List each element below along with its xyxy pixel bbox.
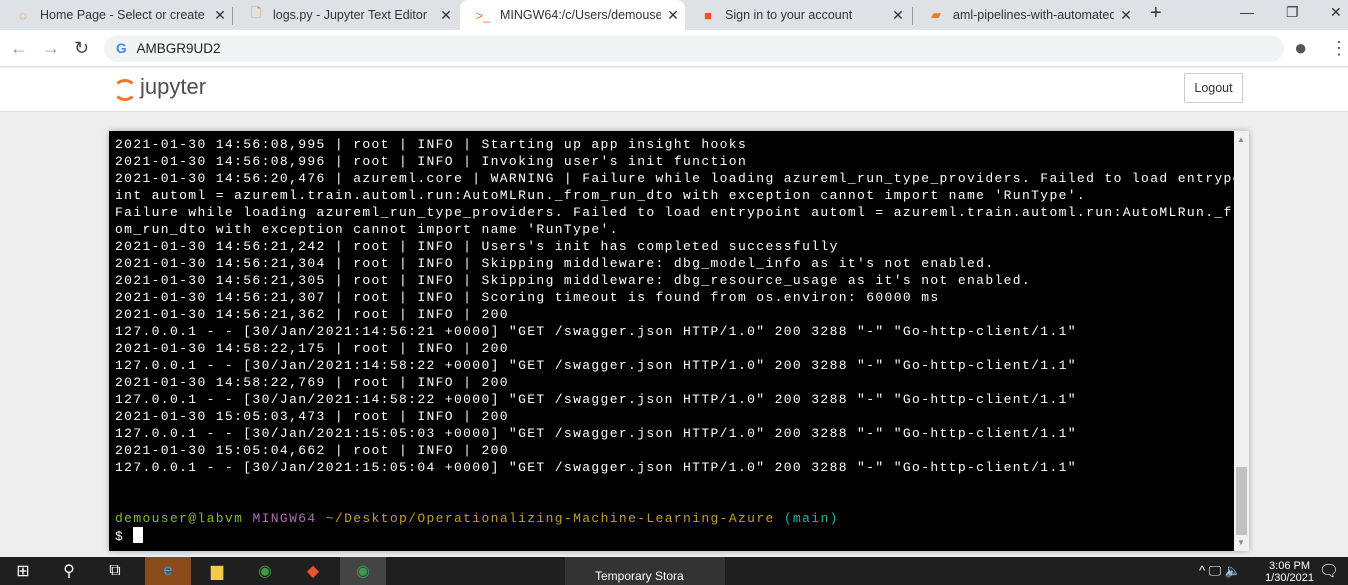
file-icon: 🗋 <box>250 5 262 20</box>
windows-start-icon[interactable]: ⊞ <box>0 557 46 585</box>
cursor <box>133 527 144 543</box>
prompt-symbol: $ <box>115 529 125 544</box>
terminal-line: om_run_dto with exception cannot import … <box>115 222 619 237</box>
clock[interactable]: 3:06 PM 1/30/2021 <box>1265 560 1314 584</box>
logout-button[interactable]: Logout <box>1184 73 1243 103</box>
notifications-icon[interactable]: 🗨 <box>1310 557 1348 585</box>
task-view-icon[interactable]: ⧉ <box>92 557 138 585</box>
close-tab-icon[interactable]: ✕ <box>208 7 232 24</box>
terminal-icon: >_ <box>475 7 491 23</box>
scroll-down-icon[interactable]: ▼ <box>1237 538 1245 547</box>
terminal-line: 2021-01-30 14:56:21,305 | root | INFO | … <box>115 273 1032 288</box>
file-explorer-icon[interactable]: ▆ <box>194 557 240 585</box>
restore-icon[interactable]: ❐ <box>1286 4 1299 21</box>
jupyter-logo[interactable]: jupyter <box>112 74 206 101</box>
taskbar: ⊞ ⚲ ⧉ e ▆ ◉ ◆ ◉ Temporary Stora ^ 🖵 🔈 3:… <box>0 557 1348 585</box>
profile-icon[interactable]: ● <box>1294 35 1307 61</box>
terminal-line: 127.0.0.1 - - [30/Jan/2021:14:58:22 +000… <box>115 358 1077 373</box>
taskbar-window[interactable]: Temporary Stora <box>565 557 725 585</box>
terminal-line: 127.0.0.1 - - [30/Jan/2021:15:05:04 +000… <box>115 460 1077 475</box>
new-tab-button[interactable]: + <box>1150 2 1162 25</box>
address-input[interactable]: G AMBGR9UD2 <box>104 35 1284 62</box>
terminal-line: int automl = azureml.train.automl.run:Au… <box>115 188 1087 203</box>
internet-explorer-icon[interactable]: e <box>145 557 191 585</box>
jupyter-icon <box>112 75 137 101</box>
tab-mingw64[interactable]: >_ MINGW64:/c/Users/demouser/✕ <box>460 0 685 30</box>
forward-icon[interactable]: → <box>42 38 60 59</box>
microsoft-icon: ■ <box>704 7 712 23</box>
chrome-icon[interactable]: ◉ <box>242 557 288 585</box>
terminal-output: 2021-01-30 14:56:08,995 | root | INFO | … <box>115 136 1242 545</box>
back-icon[interactable]: ← <box>10 38 28 59</box>
git-icon[interactable]: ◆ <box>290 557 336 585</box>
terminal-line: 127.0.0.1 - - [30/Jan/2021:15:05:03 +000… <box>115 426 1077 441</box>
terminal-line: 2021-01-30 14:58:22,175 | root | INFO | … <box>115 341 509 356</box>
close-tab-icon[interactable]: ✕ <box>886 7 910 24</box>
scroll-up-icon[interactable]: ▲ <box>1237 135 1245 144</box>
address-bar-row: ← → ↻ G AMBGR9UD2 ● ⋮ <box>0 30 1348 67</box>
scrollbar-thumb[interactable] <box>1236 467 1247 535</box>
tab-sign-in[interactable]: ■ Sign in to your account ✕ <box>685 0 910 30</box>
prompt-user: demouser@labvm <box>115 511 244 526</box>
terminal-line: 2021-01-30 14:56:08,996 | root | INFO | … <box>115 154 748 169</box>
google-icon: G <box>116 41 127 56</box>
tab-home-page[interactable]: ◌ Home Page - Select or create a ✕ <box>0 0 232 30</box>
terminal-line: Failure while loading azureml_run_type_p… <box>115 205 1242 220</box>
terminal[interactable]: 2021-01-30 14:56:08,995 | root | INFO | … <box>109 131 1249 551</box>
reload-icon[interactable]: ↻ <box>74 38 89 59</box>
chrome-icon[interactable]: ◉ <box>340 557 386 585</box>
terminal-line: 127.0.0.1 - - [30/Jan/2021:14:56:21 +000… <box>115 324 1077 339</box>
terminal-line: 2021-01-30 14:58:22,769 | root | INFO | … <box>115 375 509 390</box>
terminal-line: 2021-01-30 14:56:20,476 | azureml.core |… <box>115 171 1242 186</box>
menu-icon[interactable]: ⋮ <box>1330 38 1348 59</box>
tab-aml-pipelines[interactable]: ▰ aml-pipelines-with-automated ✕ <box>913 0 1138 30</box>
tab-logs-editor[interactable]: 🗋 logs.py - Jupyter Text Editor ✕ <box>233 0 458 30</box>
terminal-line: 2021-01-30 14:56:21,304 | root | INFO | … <box>115 256 995 271</box>
prompt-system: MINGW64 <box>252 511 317 526</box>
terminal-line: 2021-01-30 15:05:03,473 | root | INFO | … <box>115 409 509 424</box>
scrollbar[interactable]: ▲ ▼ <box>1234 131 1249 551</box>
terminal-line: 127.0.0.1 - - [30/Jan/2021:14:58:22 +000… <box>115 392 1077 407</box>
prompt-path: ~/Desktop/Operationalizing-Machine-Learn… <box>325 511 775 526</box>
close-tab-icon[interactable]: ✕ <box>1114 7 1138 24</box>
search-icon[interactable]: ⚲ <box>46 557 92 585</box>
terminal-line: 2021-01-30 14:56:21,307 | root | INFO | … <box>115 290 940 305</box>
minimize-icon[interactable]: — <box>1240 4 1254 20</box>
prompt-branch: (main) <box>783 511 839 526</box>
jupyter-icon: ◌ <box>19 7 27 23</box>
jupyter-header: jupyter Logout <box>0 68 1348 112</box>
system-tray-icons[interactable]: ^ 🖵 🔈 <box>1170 557 1270 585</box>
terminal-line: 2021-01-30 14:56:21,362 | root | INFO | … <box>115 307 509 322</box>
close-tab-icon[interactable]: ✕ <box>434 7 458 24</box>
terminal-line: 2021-01-30 15:05:04,662 | root | INFO | … <box>115 443 509 458</box>
browser-tab-bar: ◌ Home Page - Select or create a ✕ 🗋 logs.p… <box>0 0 1348 30</box>
close-tab-icon[interactable]: ✕ <box>661 7 685 24</box>
terminal-line: 2021-01-30 14:56:08,995 | root | INFO | … <box>115 137 748 152</box>
notebook-icon: ▰ <box>931 7 941 22</box>
close-window-icon[interactable]: ✕ <box>1330 4 1342 21</box>
terminal-line: 2021-01-30 14:56:21,242 | root | INFO | … <box>115 239 839 254</box>
